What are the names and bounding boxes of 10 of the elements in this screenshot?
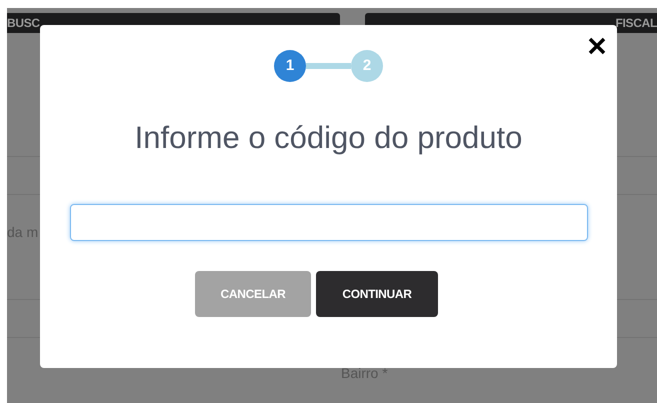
section-title: FISCAL bbox=[615, 15, 657, 32]
product-code-input[interactable] bbox=[70, 204, 588, 241]
close-icon bbox=[588, 37, 606, 55]
step-connector bbox=[306, 63, 351, 69]
close-button[interactable] bbox=[587, 36, 607, 56]
section-title: BUSC bbox=[7, 15, 40, 32]
step-indicator: 1 bbox=[274, 50, 306, 82]
continue-button[interactable]: CONTINUAR bbox=[316, 271, 438, 317]
step-indicator: 2 bbox=[351, 50, 383, 82]
dialog-title: Informe o código do produto bbox=[134, 119, 522, 157]
